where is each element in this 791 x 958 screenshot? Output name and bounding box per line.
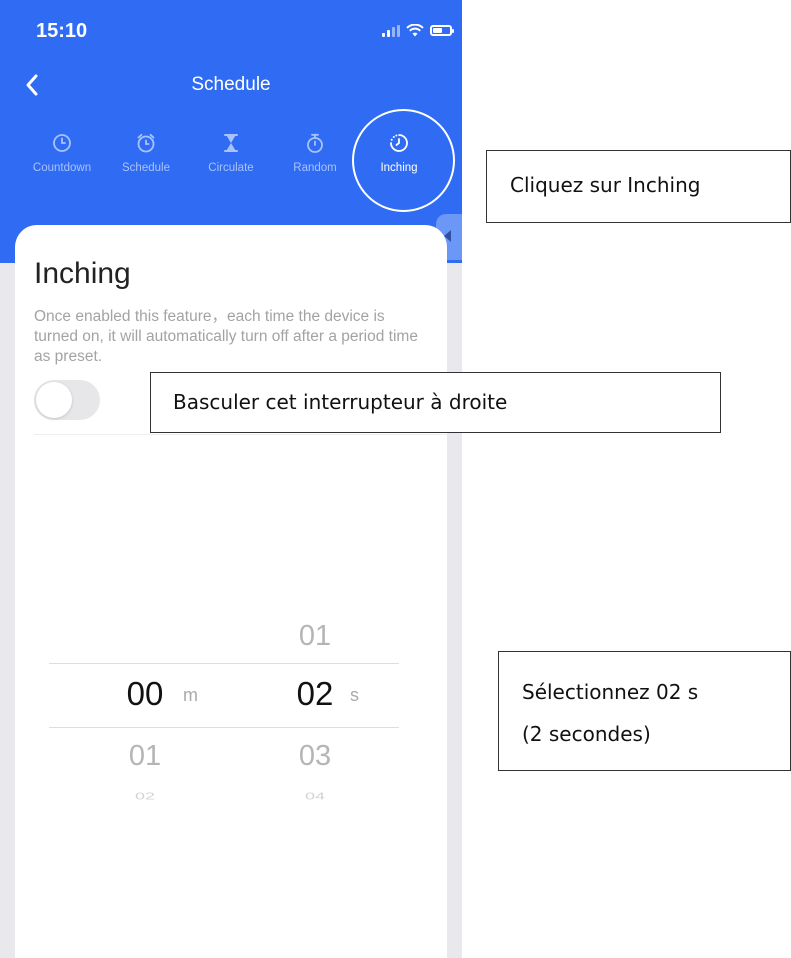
status-icons <box>382 24 454 37</box>
minutes-below-2[interactable]: 02 <box>110 791 180 803</box>
seconds-unit: s <box>350 685 359 705</box>
callout-text-line1: Sélectionnez 02 s <box>522 680 699 704</box>
battery-fill <box>433 28 442 33</box>
callout-click-inching: Cliquez sur Inching <box>486 150 791 223</box>
nav-bar: Schedule <box>0 60 462 110</box>
callout-text: Cliquez sur Inching <box>510 173 701 197</box>
cellular-signal-icon <box>382 24 400 37</box>
tab-label: Circulate <box>208 162 254 174</box>
page-title: Schedule <box>191 74 271 95</box>
inching-card: Inching Once enabled this feature，each t… <box>15 225 447 958</box>
battery-icon <box>430 25 454 36</box>
tab-label: Countdown <box>32 162 92 174</box>
tutorial-screenshot: 15:10 Schedule Countdown Schedule Circul… <box>0 0 791 958</box>
seconds-below[interactable]: 03 <box>280 740 350 773</box>
tab-inching[interactable]: Inching <box>356 128 442 192</box>
phone-screen: 15:10 Schedule Countdown Schedule Circul… <box>0 0 462 958</box>
picker-selection-bottom-line <box>49 727 399 728</box>
toggle-knob <box>36 382 72 418</box>
minutes-selected[interactable]: 00 <box>110 675 180 713</box>
callout-toggle-switch: Basculer cet interrupteur à droite <box>150 372 721 433</box>
tab-label: Random <box>293 162 337 174</box>
alarm-clock-icon <box>137 133 155 153</box>
card-description: Once enabled this feature，each time the … <box>34 308 418 365</box>
seconds-selected[interactable]: 02 <box>280 675 350 713</box>
status-time: 15:10 <box>36 20 88 42</box>
wifi-icon <box>406 24 424 37</box>
divider <box>34 434 447 435</box>
stopwatch-icon <box>307 133 323 153</box>
schedule-tabs: Countdown Schedule Circulate Random Inch… <box>0 128 462 192</box>
inching-toggle[interactable] <box>34 380 100 420</box>
dotted-timer-icon <box>390 134 408 152</box>
tab-random[interactable]: Random <box>272 128 358 192</box>
callout-text-line2: (2 secondes) <box>522 722 651 746</box>
minutes-below[interactable]: 01 <box>110 740 180 773</box>
tab-label: Schedule <box>122 162 170 174</box>
seconds-above[interactable]: 01 <box>280 620 350 653</box>
tab-countdown[interactable]: Countdown <box>19 128 105 192</box>
tab-schedule[interactable]: Schedule <box>103 128 189 192</box>
clock-icon <box>53 134 71 152</box>
hourglass-icon <box>224 134 238 152</box>
minutes-unit: m <box>183 685 198 705</box>
tab-label: Inching <box>380 162 418 174</box>
seconds-below-2[interactable]: 04 <box>280 791 350 803</box>
tab-circulate[interactable]: Circulate <box>188 128 274 192</box>
picker-selection-top-line <box>49 663 399 664</box>
callout-text: Basculer cet interrupteur à droite <box>173 390 508 414</box>
callout-select-seconds: Sélectionnez 02 s (2 secondes) <box>498 651 791 771</box>
card-title: Inching <box>34 257 131 290</box>
status-bar: 15:10 <box>0 0 462 60</box>
